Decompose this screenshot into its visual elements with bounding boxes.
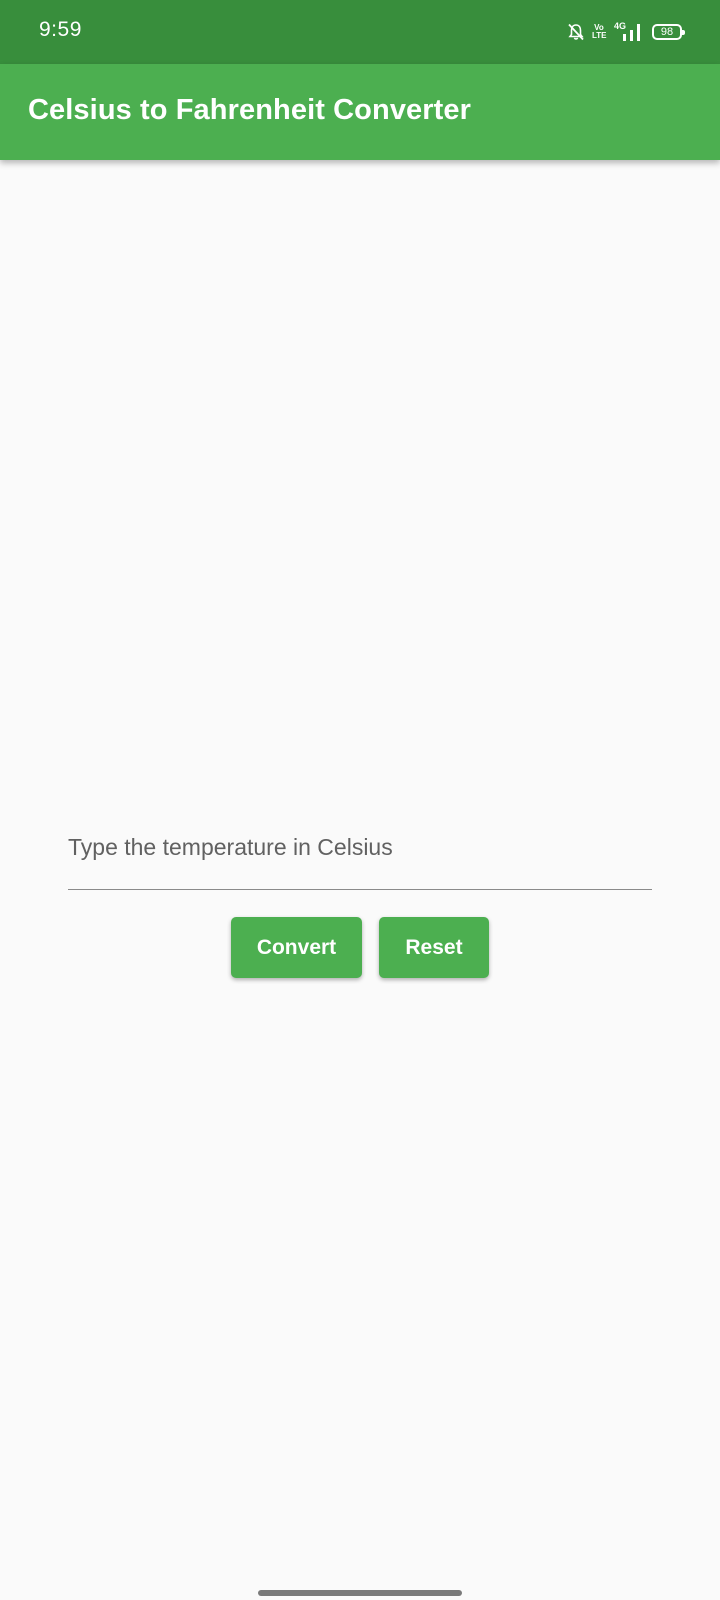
app-bar: Celsius to Fahrenheit Converter [0, 64, 720, 160]
convert-button[interactable]: Convert [231, 917, 362, 978]
celsius-input[interactable] [68, 810, 652, 890]
status-bar: 9:59 Vo LTE 4G 98 [0, 0, 720, 64]
status-time: 9:59 [39, 18, 82, 41]
reset-button[interactable]: Reset [379, 917, 489, 978]
bell-off-icon [568, 23, 584, 41]
volte-icon: Vo LTE [592, 24, 607, 40]
network-4g-icon: 4G [614, 21, 644, 43]
page-title: Celsius to Fahrenheit Converter [28, 94, 472, 126]
status-icons: Vo LTE 4G 98 [568, 20, 685, 44]
volte-bottom-label: LTE [592, 31, 607, 40]
battery-icon: 98 [652, 24, 685, 40]
home-indicator[interactable] [258, 1590, 462, 1596]
battery-level: 98 [660, 25, 674, 38]
